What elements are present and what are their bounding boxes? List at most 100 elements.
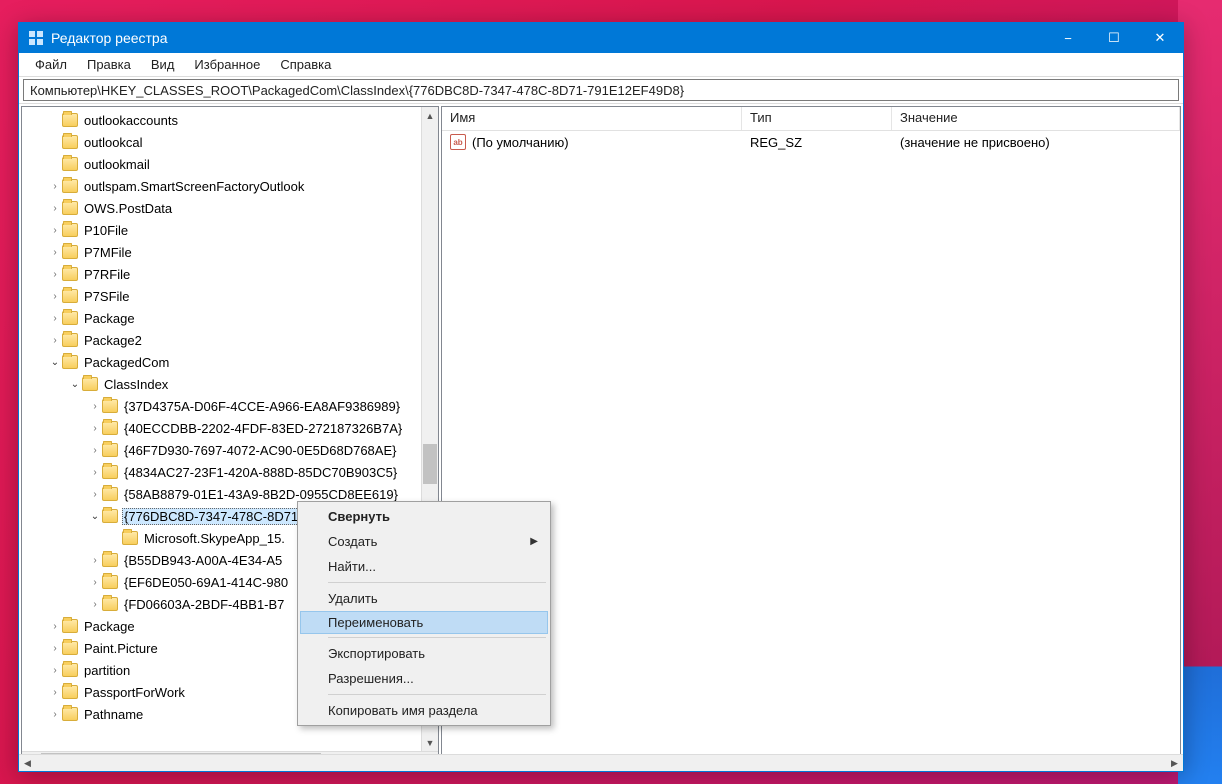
folder-icon xyxy=(62,157,78,171)
menubar: Файл Правка Вид Избранное Справка xyxy=(19,53,1183,77)
folder-icon xyxy=(62,223,78,237)
chevron-right-icon[interactable]: › xyxy=(88,401,102,412)
chevron-right-icon[interactable]: › xyxy=(48,181,62,192)
chevron-right-icon[interactable]: › xyxy=(48,335,62,346)
menu-view[interactable]: Вид xyxy=(141,55,185,74)
chevron-right-icon[interactable]: › xyxy=(48,709,62,720)
chevron-right-icon[interactable]: › xyxy=(48,621,62,632)
folder-icon xyxy=(62,201,78,215)
tree-node[interactable]: outlookmail xyxy=(22,153,438,175)
column-type[interactable]: Тип xyxy=(742,107,892,130)
value-row[interactable]: ab (По умолчанию) REG_SZ (значение не пр… xyxy=(442,131,1180,153)
chevron-right-icon[interactable]: › xyxy=(88,423,102,434)
tree-node[interactable]: ›{4834AC27-23F1-420A-888D-85DC70B903C5} xyxy=(22,461,438,483)
chevron-right-icon[interactable]: › xyxy=(88,467,102,478)
tree-node[interactable]: ⌄ PackagedCom xyxy=(22,351,438,373)
value-name: (По умолчанию) xyxy=(472,135,569,150)
tree-node[interactable]: ›Package2 xyxy=(22,329,438,351)
desktop-background-strip xyxy=(1178,0,1222,784)
folder-icon xyxy=(62,333,78,347)
menu-edit[interactable]: Правка xyxy=(77,55,141,74)
chevron-right-icon[interactable]: › xyxy=(48,643,62,654)
scroll-up-icon[interactable]: ▲ xyxy=(422,107,438,124)
close-button[interactable]: ✕ xyxy=(1137,23,1183,53)
chevron-right-icon[interactable]: › xyxy=(48,269,62,280)
chevron-down-icon[interactable]: ⌄ xyxy=(48,357,62,368)
context-menu-item[interactable]: Разрешения... xyxy=(300,666,548,691)
tree-node-label: P7SFile xyxy=(82,289,132,304)
context-menu-item[interactable]: Переименовать xyxy=(300,611,548,634)
scroll-right-icon[interactable]: ▶ xyxy=(1166,755,1181,769)
tree-node[interactable]: ›{40ECCDBB-2202-4FDF-83ED-272187326B7A} xyxy=(22,417,438,439)
folder-icon xyxy=(102,509,118,523)
tree-node[interactable]: › P7MFile xyxy=(22,241,438,263)
chevron-down-icon[interactable]: ⌄ xyxy=(68,379,82,390)
chevron-right-icon[interactable]: › xyxy=(48,225,62,236)
tree-node[interactable]: ›{37D4375A-D06F-4CCE-A966-EA8AF9386989} xyxy=(22,395,438,417)
tree-node-label: P7MFile xyxy=(82,245,134,260)
tree-node[interactable]: ›{46F7D930-7697-4072-AC90-0E5D68D768AE} xyxy=(22,439,438,461)
tree-node-label: {58AB8879-01E1-43A9-8B2D-0955CD8EE619} xyxy=(122,487,400,502)
tree-node-label: outlookcal xyxy=(82,135,145,150)
menu-separator xyxy=(328,694,546,695)
chevron-down-icon[interactable]: ⌄ xyxy=(88,511,102,522)
chevron-right-icon[interactable]: › xyxy=(48,313,62,324)
folder-icon xyxy=(62,663,78,677)
tree-node-label: ClassIndex xyxy=(102,377,170,392)
tree-node-label: Package xyxy=(82,311,137,326)
scroll-thumb[interactable] xyxy=(423,444,437,484)
tree-node[interactable]: ⌄ ClassIndex xyxy=(22,373,438,395)
chevron-right-icon[interactable]: › xyxy=(48,687,62,698)
chevron-right-icon[interactable]: › xyxy=(48,665,62,676)
tree-node-label: Pathname xyxy=(82,707,145,722)
scroll-down-icon[interactable]: ▼ xyxy=(422,734,438,751)
folder-icon xyxy=(102,443,118,457)
values-scrollbar-horizontal[interactable]: ◀ ▶ xyxy=(441,754,1181,769)
chevron-right-icon[interactable]: › xyxy=(48,203,62,214)
column-name[interactable]: Имя xyxy=(442,107,742,130)
tree-node[interactable]: › P7SFile xyxy=(22,285,438,307)
context-menu-item[interactable]: Удалить xyxy=(300,586,548,611)
chevron-right-icon[interactable]: › xyxy=(48,247,62,258)
chevron-right-icon[interactable]: › xyxy=(88,577,102,588)
context-menu-item[interactable]: Экспортировать xyxy=(300,641,548,666)
minimize-button[interactable]: − xyxy=(1045,23,1091,53)
window-controls: − ☐ ✕ xyxy=(1045,23,1183,53)
folder-icon xyxy=(62,267,78,281)
chevron-right-icon[interactable]: › xyxy=(88,555,102,566)
column-value[interactable]: Значение xyxy=(892,107,1180,130)
maximize-button[interactable]: ☐ xyxy=(1091,23,1137,53)
regedit-window: Редактор реестра − ☐ ✕ Файл Правка Вид И… xyxy=(18,22,1184,772)
tree-node[interactable]: ›OWS.PostData xyxy=(22,197,438,219)
tree-node[interactable]: ›outlspam.SmartScreenFactoryOutlook xyxy=(22,175,438,197)
chevron-right-icon[interactable]: › xyxy=(88,599,102,610)
folder-icon xyxy=(62,685,78,699)
folder-icon xyxy=(122,531,138,545)
folder-icon xyxy=(62,311,78,325)
chevron-right-icon[interactable]: › xyxy=(88,445,102,456)
titlebar[interactable]: Редактор реестра − ☐ ✕ xyxy=(19,23,1183,53)
tree-node[interactable]: outlookaccounts xyxy=(22,109,438,131)
tree-node[interactable]: › Package xyxy=(22,307,438,329)
submenu-arrow-icon: ▶ xyxy=(530,536,538,547)
chevron-right-icon[interactable]: › xyxy=(48,291,62,302)
content-area: outlookaccounts outlookcal outlookmail›out… xyxy=(19,103,1183,771)
context-menu-item[interactable]: Копировать имя раздела xyxy=(300,698,548,723)
tree-node-label: {B55DB943-A00A-4E34-A5 xyxy=(122,553,284,568)
address-bar[interactable]: Компьютер\HKEY_CLASSES_ROOT\PackagedCom\… xyxy=(23,79,1179,101)
menu-favorites[interactable]: Избранное xyxy=(184,55,270,74)
tree-node-label: {FD06603A-2BDF-4BB1-B7 xyxy=(122,597,286,612)
folder-icon xyxy=(62,355,78,369)
tree-node[interactable]: ›P10File xyxy=(22,219,438,241)
context-menu-item[interactable]: Найти... xyxy=(300,554,548,579)
menu-file[interactable]: Файл xyxy=(25,55,77,74)
context-menu-item[interactable]: Свернуть xyxy=(300,504,548,529)
tree-node[interactable]: outlookcal xyxy=(22,131,438,153)
menu-help[interactable]: Справка xyxy=(270,55,341,74)
chevron-right-icon[interactable]: › xyxy=(88,489,102,500)
context-menu[interactable]: СвернутьСоздать▶Найти... УдалитьПереимено… xyxy=(297,501,551,726)
context-menu-item[interactable]: Создать▶ xyxy=(300,529,548,554)
tree-node-label: PackagedCom xyxy=(82,355,171,370)
tree-node[interactable]: ›P7RFile xyxy=(22,263,438,285)
folder-icon xyxy=(102,553,118,567)
